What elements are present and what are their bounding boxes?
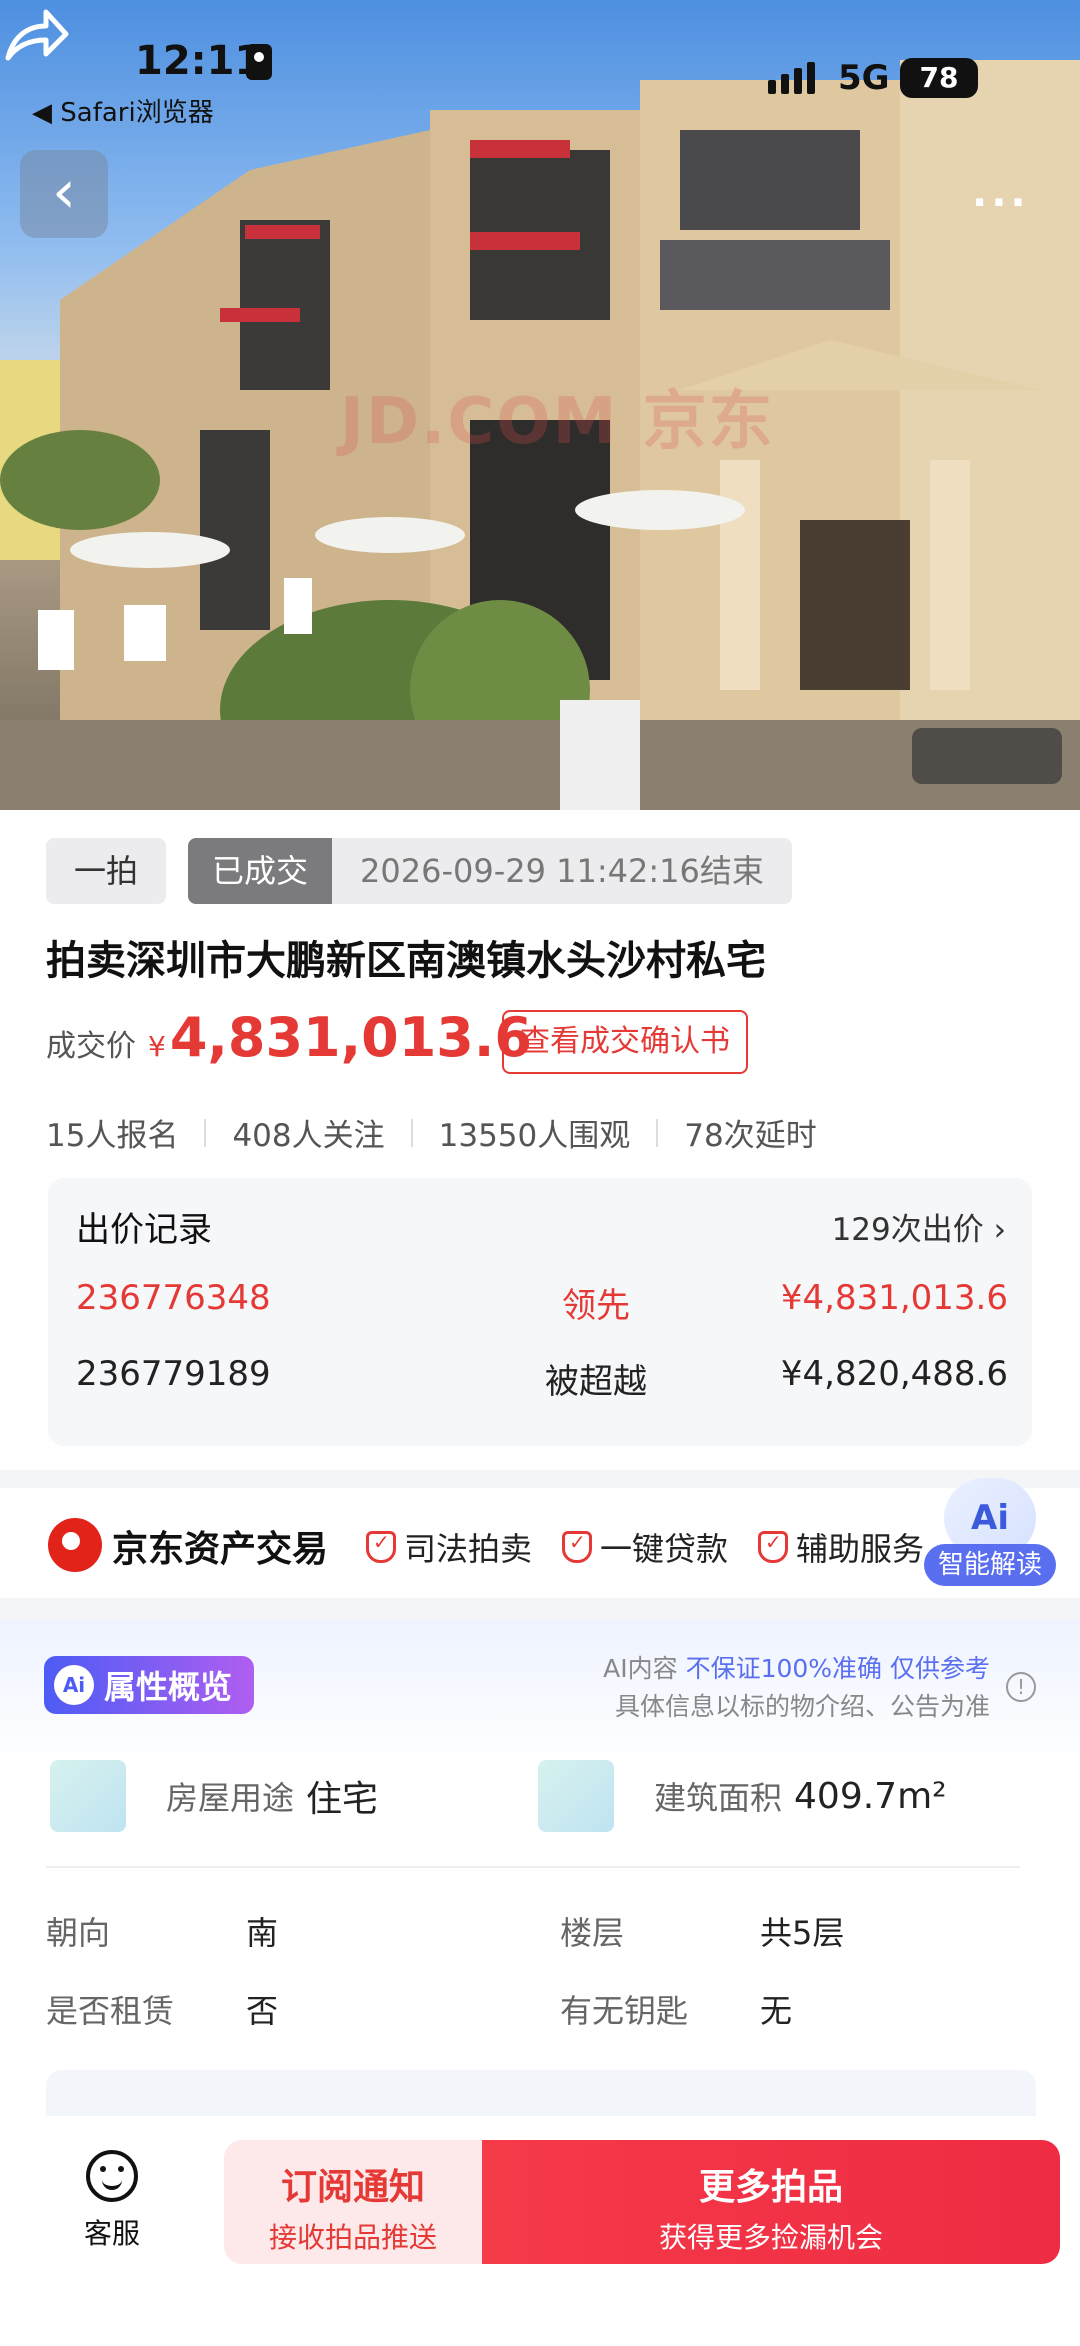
- stat-registrations: 15人报名: [46, 1118, 179, 1154]
- stat-viewers: 13550人围观: [438, 1118, 631, 1154]
- attr-keys-label: 有无钥匙: [560, 1992, 689, 2030]
- customer-service-button[interactable]: 客服: [80, 2150, 144, 2252]
- hero-photo[interactable]: JD.COM 京东 12:11 ◀ Safari浏览器 5G 78 ‹ ···: [0, 0, 1080, 810]
- service-label: 一键贷款: [600, 1530, 729, 1568]
- building-icon: [50, 1760, 126, 1832]
- ai-icon: Ai: [54, 1665, 94, 1705]
- ai-interpret-label: 智能解读: [924, 1544, 1056, 1586]
- bid-status: 领先: [562, 1286, 630, 1326]
- stat-extensions: 78次延时: [684, 1118, 817, 1154]
- service-loan: 一键贷款: [562, 1524, 728, 1570]
- price-currency: ¥: [148, 1030, 166, 1063]
- signal-icon: [768, 62, 815, 94]
- divider: [46, 1866, 1020, 1868]
- subscribe-label: 订阅通知: [280, 2167, 425, 2208]
- photo-count-badge[interactable]: [912, 728, 1062, 784]
- attributes-tag: Ai 属性概览: [44, 1656, 255, 1714]
- bid-history[interactable]: 出价记录 129次出价 › 236776348 领先 ¥4,831,013.6 …: [48, 1178, 1032, 1446]
- shield-check-icon: [758, 1530, 788, 1563]
- network-label: 5G: [838, 58, 890, 98]
- smiley-icon: [86, 2150, 138, 2202]
- final-price: 4,831,013.6: [169, 1006, 532, 1069]
- attr-area: 建筑面积 409.7m²: [538, 1760, 947, 1832]
- attributes-card: Ai 属性概览 AI内容 不保证100%准确 仅供参考 具体信息以标的物介绍、公…: [0, 1620, 1080, 2150]
- watermark: JD.COM 京东: [340, 385, 775, 459]
- end-time: 2026-09-29 11:42:16结束: [332, 838, 792, 904]
- bid-row-leading: 236776348 领先 ¥4,831,013.6: [76, 1278, 1008, 1327]
- shield-check-icon: [562, 1530, 592, 1563]
- divider: [656, 1118, 659, 1147]
- more-icon[interactable]: ···: [972, 180, 1030, 226]
- battery-icon: 78: [900, 58, 978, 98]
- attr-value: 409.7m²: [794, 1775, 947, 1817]
- subscribe-button[interactable]: 订阅通知 接收拍品推送: [224, 2140, 482, 2264]
- attr-floor-label: 楼层: [560, 1914, 625, 1952]
- attr-label: 房屋用途: [166, 1779, 295, 1817]
- back-button[interactable]: ‹: [20, 150, 108, 238]
- page-title: 拍卖深圳市大鹏新区南澳镇水头沙村私宅: [46, 938, 766, 984]
- more-items-sublabel: 获得更多捡漏机会: [658, 2221, 883, 2254]
- bid-history-title: 出价记录: [76, 1210, 212, 1250]
- divider: [410, 1118, 413, 1147]
- ai-interpret-button[interactable]: Ai 智能解读: [924, 1478, 1056, 1598]
- attr-orientation-label: 朝向: [46, 1914, 111, 1952]
- service-label: 辅助服务: [796, 1530, 925, 1568]
- service-label: 司法拍卖: [404, 1530, 533, 1568]
- divider: [204, 1118, 207, 1147]
- attr-value: 住宅: [306, 1779, 379, 1820]
- price-label: 成交价: [46, 1029, 136, 1064]
- ai-disclaimer: AI内容 不保证100%准确 仅供参考 具体信息以标的物介绍、公告为准: [603, 1650, 990, 1726]
- attr-orientation-value: 南: [246, 1914, 279, 1952]
- view-confirmation-button[interactable]: 查看成交确认书: [502, 1010, 748, 1074]
- bidder-id: 236776348: [76, 1278, 271, 1318]
- auction-summary-card: 一拍 已成交 2026-09-29 11:42:16结束 拍卖深圳市大鹏新区南澳…: [0, 810, 1080, 1470]
- house-icon: [538, 1760, 614, 1832]
- disclaimer-prefix: AI内容: [603, 1654, 686, 1683]
- info-icon[interactable]: !: [1006, 1672, 1036, 1702]
- auction-tags: 一拍 已成交 2026-09-29 11:42:16结束: [46, 838, 792, 904]
- shield-check-icon: [366, 1530, 396, 1563]
- attr-usage: 房屋用途 住宅: [50, 1760, 378, 1832]
- attr-rented-label: 是否租赁: [46, 1992, 175, 2030]
- price-row: 成交价 ¥ 4,831,013.6: [46, 1006, 532, 1069]
- share-icon[interactable]: [0, 0, 70, 70]
- more-items-label: 更多拍品: [698, 2167, 843, 2208]
- attr-keys-value: 无: [760, 1992, 793, 2030]
- bid-amount: ¥4,831,013.6: [780, 1278, 1008, 1318]
- lock-icon: [246, 44, 272, 80]
- status-bar: 12:11 ◀ Safari浏览器 5G 78: [0, 0, 1080, 140]
- attr-rented-value: 否: [246, 1992, 279, 2030]
- service-bar[interactable]: 京东资产交易 司法拍卖 一键贷款 辅助服务: [0, 1488, 1080, 1598]
- disclaimer-line2: 具体信息以标的物介绍、公告为准: [614, 1692, 990, 1721]
- back-to-app-link[interactable]: ◀ Safari浏览器: [32, 92, 214, 129]
- bid-amount: ¥4,820,488.6: [780, 1354, 1008, 1394]
- service-assist: 辅助服务: [758, 1524, 924, 1570]
- clock: 12:11: [135, 38, 263, 84]
- attributes-tag-label: 属性概览: [104, 1668, 233, 1706]
- bottom-action-bar: 客服 订阅通知 接收拍品推送 更多拍品 获得更多捡漏机会: [0, 2116, 1080, 2346]
- jd-logo-icon: [48, 1518, 102, 1572]
- bid-status: 被超越: [545, 1362, 647, 1402]
- subscribe-sublabel: 接收拍品推送: [268, 2221, 437, 2254]
- more-items-button[interactable]: 更多拍品 获得更多捡漏机会: [482, 2140, 1060, 2264]
- disclaimer-highlight: 不保证100%准确 仅供参考: [685, 1654, 990, 1683]
- stat-followers: 408人关注: [232, 1118, 385, 1154]
- status-badge: 已成交: [188, 838, 333, 904]
- round-tag: 一拍: [46, 838, 167, 904]
- attr-floor-value: 共5层: [760, 1914, 845, 1952]
- auction-stats: 15人报名 408人关注 13550人围观 78次延时: [46, 1110, 817, 1155]
- bid-count-link[interactable]: 129次出价 ›: [832, 1204, 1006, 1249]
- attr-label: 建筑面积: [654, 1779, 783, 1817]
- brand-name: 京东资产交易: [112, 1529, 329, 1570]
- service-judicial: 司法拍卖: [366, 1524, 532, 1570]
- customer-service-label: 客服: [83, 2217, 140, 2250]
- bidder-id: 236779189: [76, 1354, 271, 1394]
- bid-row-outbid: 236779189 被超越 ¥4,820,488.6: [76, 1354, 1008, 1403]
